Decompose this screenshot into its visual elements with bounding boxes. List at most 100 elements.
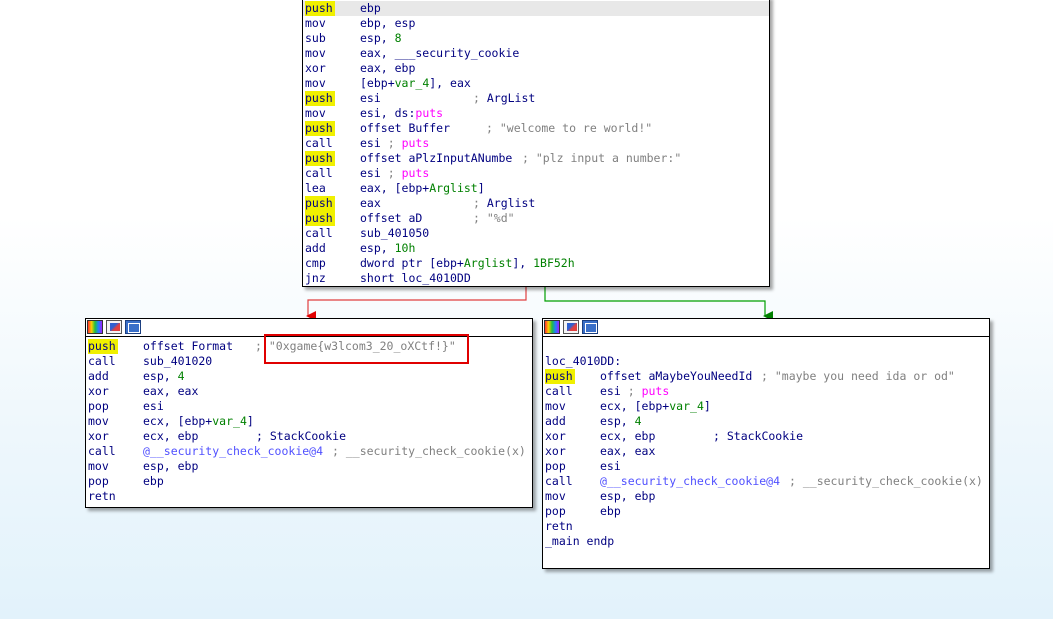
operand-token[interactable]: eax, ebp: [360, 61, 415, 75]
operand-token[interactable]: ebp: [600, 504, 621, 518]
operand-token[interactable]: puts: [402, 166, 430, 180]
operand-token[interactable]: sub_401020: [143, 354, 212, 368]
asm-line[interactable]: lea eax, [ebp+Arglist]: [303, 181, 769, 196]
asm-line[interactable]: mov esp, ebp: [543, 489, 989, 504]
window-icon[interactable]: [125, 320, 141, 334]
edit-icon[interactable]: [106, 320, 122, 334]
operands[interactable]: esp, ebp: [143, 459, 198, 474]
asm-line[interactable]: sub esp, 8: [303, 31, 769, 46]
mnemonic[interactable]: retn: [545, 519, 573, 534]
code-block-main[interactable]: push ebp mov ebp, esp sub esp, 8 mov eax, ___se…: [302, 0, 770, 287]
mnemonic[interactable]: lea: [305, 181, 326, 196]
operand-token[interactable]: ]: [247, 414, 254, 428]
mnemonic[interactable]: cmp: [305, 256, 326, 271]
asm-line[interactable]: cmp dword ptr [ebp+Arglist], 1BF52h: [303, 256, 769, 271]
operand-token[interactable]: ecx, [ebp+: [600, 399, 669, 413]
mnemonic[interactable]: pop: [545, 459, 566, 474]
mnemonic[interactable]: push: [305, 1, 335, 16]
operands[interactable]: ebp: [600, 504, 621, 519]
asm-line[interactable]: call @__security_check_cookie@4 ; __securi…: [543, 474, 989, 489]
mnemonic[interactable]: mov: [305, 16, 326, 31]
operand-token[interactable]: ebp: [360, 1, 381, 15]
mnemonic[interactable]: add: [545, 414, 566, 429]
operand-token[interactable]: ebp: [143, 474, 164, 488]
operand-token[interactable]: eax, eax: [600, 444, 655, 458]
operand-token[interactable]: esp,: [600, 414, 635, 428]
mnemonic[interactable]: call: [305, 166, 333, 181]
mnemonic[interactable]: pop: [88, 474, 109, 489]
operands[interactable]: esi ; puts: [360, 136, 429, 151]
operand-token[interactable]: eax, ___security_cookie: [360, 46, 519, 60]
operands[interactable]: offset aD: [360, 211, 422, 226]
operands[interactable]: offset Format: [143, 339, 233, 354]
operand-token[interactable]: esp, ebp: [143, 459, 198, 473]
operand-token[interactable]: esi: [360, 136, 388, 150]
operands[interactable]: ebp, esp: [360, 16, 415, 31]
operands[interactable]: ebp: [360, 1, 381, 16]
asm-line[interactable]: mov esp, ebp: [86, 459, 532, 474]
asm-line[interactable]: xor ecx, ebp ; StackCookie: [86, 429, 532, 444]
operand-token[interactable]: esp,: [360, 241, 395, 255]
operands[interactable]: ebp: [143, 474, 164, 489]
asm-line[interactable]: call esi ; puts: [543, 384, 989, 399]
operands[interactable]: eax, [ebp+Arglist]: [360, 181, 485, 196]
operands[interactable]: esp, 8: [360, 31, 402, 46]
mnemonic[interactable]: push: [305, 211, 335, 226]
operand-token[interactable]: @__security_check_cookie@4: [143, 444, 323, 458]
operand-token[interactable]: dword ptr [ebp+: [360, 256, 464, 270]
mnemonic[interactable]: xor: [545, 429, 566, 444]
asm-line[interactable]: mov ecx, [ebp+var_4]: [543, 399, 989, 414]
operand-token[interactable]: esi: [600, 459, 621, 473]
mnemonic[interactable]: push: [88, 339, 118, 354]
operand-token[interactable]: esi: [600, 384, 628, 398]
asm-line[interactable]: xor eax, eax: [543, 444, 989, 459]
operands[interactable]: esi: [360, 91, 381, 106]
operand-token[interactable]: esp, ebp: [600, 489, 655, 503]
asm-line[interactable]: call sub_401050: [303, 226, 769, 241]
operand-token[interactable]: offset aMaybeYouNeedId: [600, 369, 752, 383]
asm-line[interactable]: add esp, 10h: [303, 241, 769, 256]
operand-token[interactable]: ecx, ebp: [600, 429, 655, 443]
mnemonic[interactable]: push: [305, 151, 335, 166]
operands[interactable]: @__security_check_cookie@4: [143, 444, 323, 459]
operand-token[interactable]: esp,: [143, 369, 178, 383]
asm-line[interactable]: push eax; Arglist: [303, 196, 769, 211]
asm-line[interactable]: jnz short loc_4010DD: [303, 271, 769, 286]
mnemonic[interactable]: push: [545, 369, 575, 384]
mnemonic[interactable]: mov: [88, 459, 109, 474]
operands[interactable]: esi: [600, 459, 621, 474]
asm-line[interactable]: push esi; ArgList: [303, 91, 769, 106]
asm-line[interactable]: mov ebp, esp: [303, 16, 769, 31]
code-block-true-branch[interactable]: loc_4010DD: push offset aMaybeYouNeedId ; "…: [542, 318, 990, 569]
operands[interactable]: eax: [360, 196, 381, 211]
asm-line[interactable]: call @__security_check_cookie@4 ; __securi…: [86, 444, 532, 459]
mnemonic[interactable]: push: [305, 91, 335, 106]
mnemonic[interactable]: mov: [545, 489, 566, 504]
operand-token[interactable]: esi: [143, 399, 164, 413]
operands[interactable]: [ebp+var_4], eax: [360, 76, 471, 91]
operands[interactable]: esi ; puts: [360, 166, 429, 181]
asm-line[interactable]: mov esi, ds:puts: [303, 106, 769, 121]
operand-token[interactable]: @__security_check_cookie@4: [600, 474, 780, 488]
operand-token[interactable]: esi: [360, 166, 388, 180]
operands[interactable]: ecx, ebp: [143, 429, 198, 444]
asm-line[interactable]: push ebp: [303, 1, 769, 16]
operands[interactable]: esp, ebp: [600, 489, 655, 504]
mnemonic[interactable]: mov: [305, 46, 326, 61]
graph-color-icon[interactable]: [544, 320, 560, 334]
mnemonic[interactable]: call: [88, 444, 116, 459]
operands[interactable]: eax, ebp: [360, 61, 415, 76]
endp-label-text[interactable]: _main endp: [545, 534, 614, 549]
endp-label[interactable]: _main endp: [543, 534, 989, 549]
operand-token[interactable]: Arglist: [464, 256, 512, 270]
operand-token[interactable]: offset aD: [360, 211, 422, 225]
asm-line[interactable]: retn: [543, 519, 989, 534]
operand-token[interactable]: ]: [704, 399, 711, 413]
mnemonic[interactable]: add: [305, 241, 326, 256]
operands[interactable]: short loc_4010DD: [360, 271, 471, 286]
mnemonic[interactable]: pop: [545, 504, 566, 519]
mnemonic[interactable]: xor: [88, 384, 109, 399]
asm-line[interactable]: xor ecx, ebp ; StackCookie: [543, 429, 989, 444]
graph-color-icon[interactable]: [87, 320, 103, 334]
mnemonic[interactable]: mov: [88, 414, 109, 429]
